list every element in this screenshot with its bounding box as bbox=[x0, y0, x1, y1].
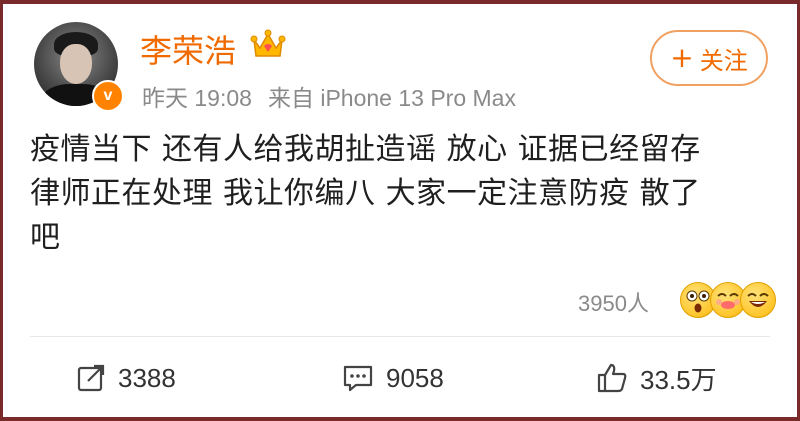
post-text: 疫情当下 还有人给我胡扯造谣 放心 证据已经留存 律师正在处理 我让你编八 大家… bbox=[30, 132, 701, 255]
crown-icon bbox=[250, 29, 286, 57]
post-time[interactable]: 昨天 19:08 bbox=[142, 85, 252, 111]
repost-count: 3388 bbox=[118, 362, 176, 393]
post-meta: 昨天 19:08 来自 iPhone 13 Pro Max bbox=[142, 79, 532, 113]
comment-icon bbox=[343, 365, 373, 392]
repost-icon bbox=[77, 364, 105, 392]
username[interactable]: 李荣浩 bbox=[140, 26, 236, 72]
follow-label: 关注 bbox=[699, 46, 748, 75]
like-count: 33.5万 bbox=[640, 364, 717, 395]
thumbs-up-icon bbox=[597, 363, 627, 393]
footer-divider bbox=[30, 336, 770, 337]
comment-count: 9058 bbox=[386, 362, 444, 393]
follow-button[interactable]: + 关注 bbox=[650, 30, 768, 86]
v-badge-icon: v bbox=[92, 80, 124, 112]
avatar[interactable]: v bbox=[34, 22, 124, 112]
plus-icon: + bbox=[670, 41, 694, 74]
repost-button[interactable]: 3388 bbox=[76, 358, 176, 398]
comment-button[interactable]: 9058 bbox=[342, 358, 444, 398]
reaction-count[interactable]: 3950人 bbox=[578, 286, 649, 318]
laugh-emoji-icon[interactable] bbox=[740, 282, 776, 318]
like-button[interactable]: 33.5万 bbox=[596, 358, 717, 398]
post-source: 来自 iPhone 13 Pro Max bbox=[267, 85, 516, 111]
